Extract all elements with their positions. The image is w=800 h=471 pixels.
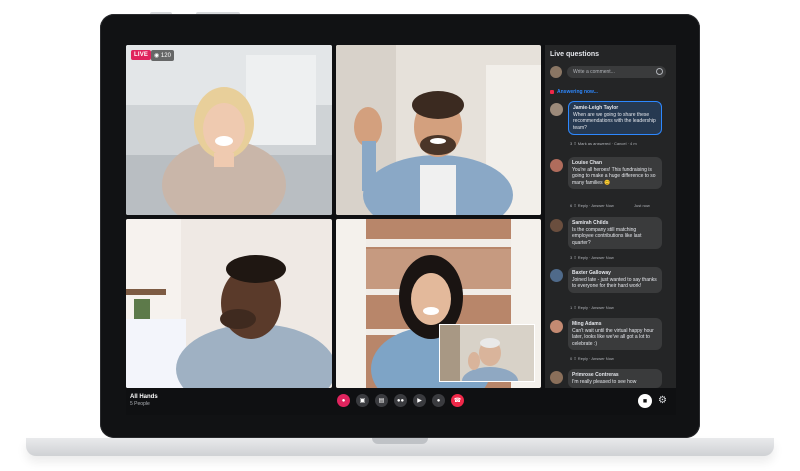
question-author: Samirah Childs [572,220,609,226]
avatar [550,66,562,78]
video-tile-3[interactable] [126,219,332,388]
people-icon: ●● [396,397,405,404]
video-call-screen: LIVE ◉ 120 Live questions Write a commen… [126,45,676,415]
question-text: I'm really pleased to see how [572,379,637,385]
avatar [550,371,563,384]
avatar [550,103,563,116]
live-icon: ● [341,397,346,404]
chat-bubble-icon: ■ [642,397,648,405]
settings-gear-icon[interactable]: ⚙ [658,394,667,408]
comment-placeholder: Write a comment... [573,69,615,75]
participant-video-1 [126,45,332,215]
laptop-notch [372,438,428,444]
comment-input[interactable]: Write a comment... [567,66,666,78]
mic-icon: ● [436,397,441,404]
self-view-video [440,325,534,381]
video-tile-2[interactable] [336,45,541,215]
video-toggle-button[interactable]: ▶ [413,394,426,407]
avatar [550,269,563,282]
question-text: When are we going to share these recomme… [573,112,656,131]
question-author: Jamie-Leigh Taylor [573,105,619,111]
video-tile-4[interactable] [336,219,541,388]
share-screen-icon: ▤ [378,398,385,404]
participants-button[interactable]: ●● [394,394,407,407]
avatar [550,320,563,333]
camera-switch-button[interactable]: ▣ [356,394,369,407]
eye-icon: ◉ [154,53,160,59]
question-actions[interactable]: 3 ⇧ Reply · Answer Now [570,255,614,260]
viewer-count: ◉ 120 [151,50,174,61]
question-bubble[interactable]: Jamie-Leigh Taylor When are we going to … [568,101,662,135]
participant-count: 5 People [130,401,150,407]
answering-now-text: Answering now... [557,89,598,95]
share-screen-button[interactable]: ▤ [375,394,388,407]
viewer-count-value: 120 [160,53,171,59]
question-author: Louise Chan [572,160,603,166]
question-text: Joined late - just wanted to say thanks … [572,277,657,290]
question-bubble[interactable]: Samirah Childs Is the company still matc… [568,217,662,249]
question-bubble[interactable]: Louise Chan You're all heroes! This fund… [568,157,662,189]
avatar [550,159,563,172]
live-badge: LIVE [131,50,152,60]
panel-title: Live questions [550,51,600,58]
video-icon: ▶ [417,398,422,404]
chat-toggle-button[interactable]: ■ [638,394,652,408]
live-icon [550,89,554,94]
mic-toggle-button[interactable]: ● [432,394,445,407]
question-bubble[interactable]: Primrose Contreras I'm really pleased to… [568,369,662,388]
question-author: Primrose Contreras [572,372,619,378]
participant-video-3 [126,219,332,388]
meeting-title: All Hands [130,394,158,400]
live-questions-panel: Live questions Write a comment... Answer… [545,45,676,388]
question-text: Is the company still matching employee c… [572,227,642,246]
question-author: Ming Adams [572,321,602,327]
question-bubble[interactable]: Baxter Galloway Joined late - just wante… [568,267,662,293]
question-actions[interactable]: 1 ⇧ Reply · Answer Now [570,305,614,310]
camera-switch-icon: ▣ [359,398,366,404]
end-call-button[interactable]: ☎ [451,394,464,407]
question-actions[interactable]: 3 ⇧ Mark as answered · Cancel · 4 m [570,141,637,146]
participant-video-2 [336,45,541,215]
emoji-icon[interactable] [656,68,663,75]
avatar [550,219,563,232]
question-author: Baxter Galloway [572,270,611,276]
question-text: You're all heroes! This fundraising is g… [572,167,656,186]
question-actions[interactable]: 6 ⇧ Reply · Answer Now [570,203,614,208]
self-view-pip[interactable] [439,324,535,382]
question-timestamp: Just now [634,203,650,208]
phone-end-icon: ☎ [453,398,462,404]
question-text: Can't wait until the virtual happy hour … [572,328,654,347]
video-tile-1[interactable]: LIVE ◉ 120 [126,45,332,215]
question-actions[interactable]: 0 ⇧ Reply · Answer Now [570,356,614,361]
call-control-bar: All Hands 5 People ● ▣ ▤ ●● ▶ ● ☎ ■ ⚙ [126,388,676,415]
answering-now-label: Answering now... [550,89,598,95]
live-button[interactable]: ● [337,394,350,407]
question-bubble[interactable]: Ming Adams Can't wait until the virtual … [568,318,662,350]
